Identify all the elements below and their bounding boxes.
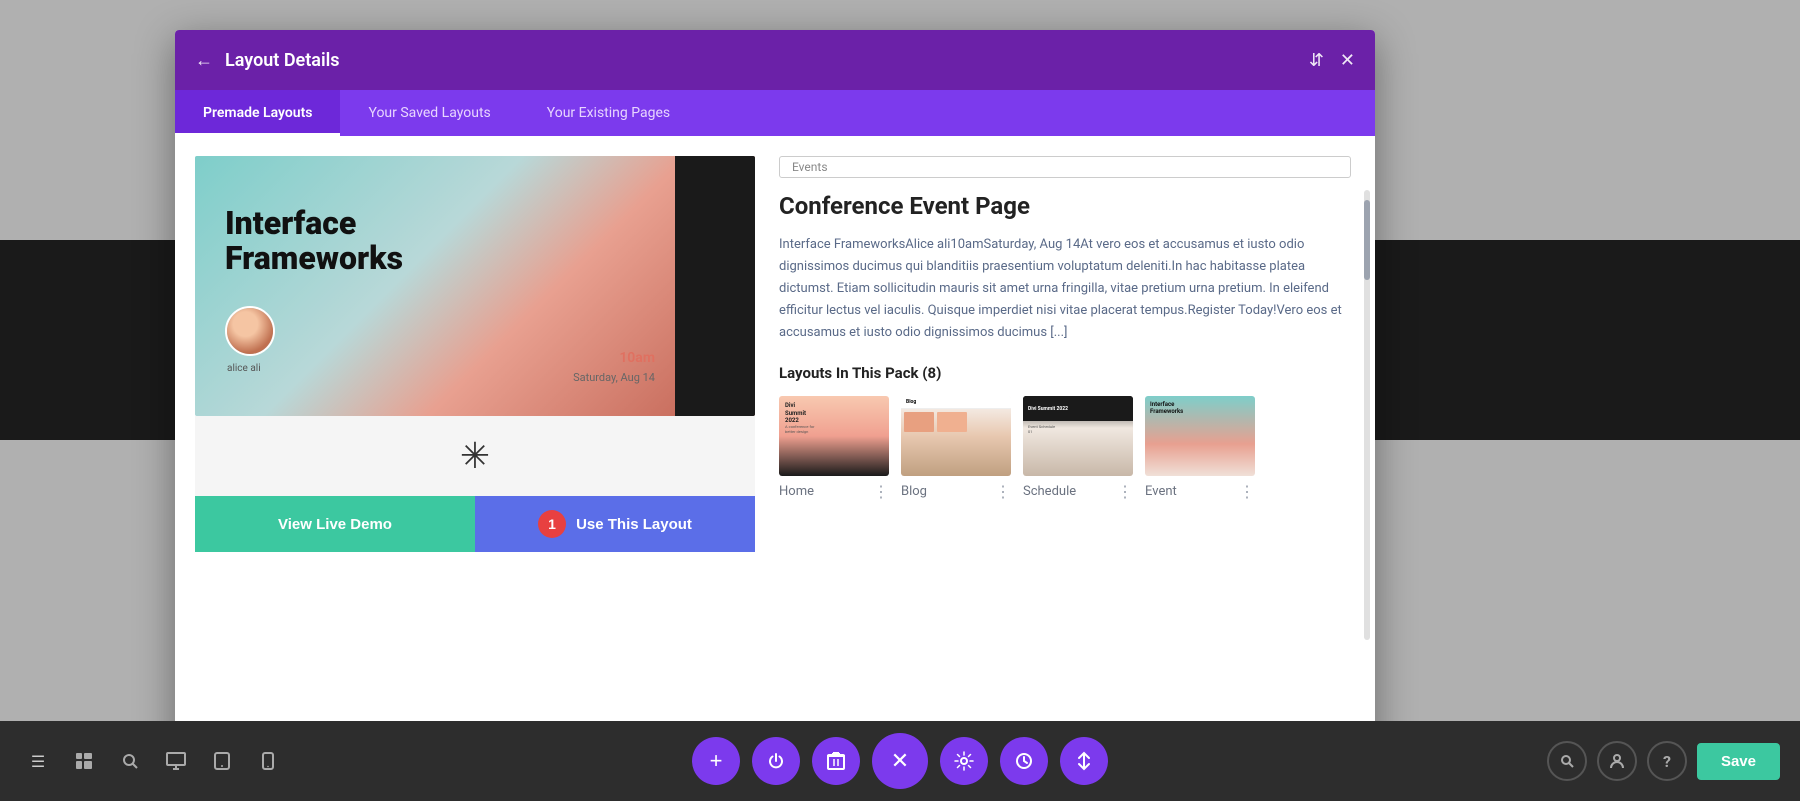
tab-saved[interactable]: Your Saved Layouts [340,90,518,136]
toolbar-left: ☰ [20,743,286,779]
thumb-blog-label: Blog [901,484,927,499]
preview-actions: View Live Demo 1 Use This Layout [195,496,755,552]
preview-bg: Interface Frameworks alice ali 10am Satu… [195,156,755,416]
preview-panel: Interface Frameworks alice ali 10am Satu… [195,156,755,740]
preview-avatar [225,306,275,356]
scroll-track [1364,190,1370,640]
thumb-event-label: Event [1145,484,1177,499]
modal-header: ← Layout Details ⇵ ✕ [175,30,1375,90]
thumb-home-more-icon[interactable]: ⋮ [873,482,889,501]
thumb-blog-more-icon[interactable]: ⋮ [995,482,1011,501]
toolbar-history-button[interactable] [1000,737,1048,785]
layout-details-modal: ← Layout Details ⇵ ✕ Premade Layouts You… [175,30,1375,760]
toolbar-grid-icon[interactable] [66,743,102,779]
toolbar-user-icon[interactable] [1597,741,1637,781]
thumb-schedule-label: Schedule [1023,484,1076,499]
preview-image: Interface Frameworks alice ali 10am Satu… [195,156,755,416]
toolbar-delete-button[interactable] [812,737,860,785]
thumb-home-label: Home [779,484,814,499]
toolbar-mobile-icon[interactable] [250,743,286,779]
layouts-in-pack-label: Layouts In This Pack (8) [779,364,1351,382]
preview-asterisk-section: ✳ [195,416,755,496]
thumb-schedule-label-row: Schedule ⋮ [1023,482,1133,501]
toolbar-search-right-icon[interactable] [1547,741,1587,781]
preview-title-line2: Frameworks [225,241,403,276]
preview-date: Saturday, Aug 14 [573,371,655,384]
back-icon[interactable]: ← [195,50,213,71]
toolbar-help-icon[interactable]: ? [1647,741,1687,781]
bg-left-block [0,240,175,440]
toolbar-power-button[interactable] [752,737,800,785]
sort-icon[interactable]: ⇵ [1309,50,1324,71]
tab-bar: Premade Layouts Your Saved Layouts Your … [175,90,1375,136]
thumb-event-more-icon[interactable]: ⋮ [1239,482,1255,501]
asterisk-icon: ✳ [460,435,490,477]
avatar-image [227,308,273,354]
tab-existing[interactable]: Your Existing Pages [519,90,698,136]
toolbar-sort-button[interactable] [1060,737,1108,785]
save-button[interactable]: Save [1697,743,1780,780]
thumb-event-label-row: Event ⋮ [1145,482,1255,501]
toolbar-settings-button[interactable] [940,737,988,785]
bottom-toolbar: ☰ [0,721,1800,801]
tab-premade[interactable]: Premade Layouts [175,90,340,136]
preview-text-overlay: Interface Frameworks [225,206,403,276]
thumb-home-label-row: Home ⋮ [779,482,889,501]
thumb-blog-label-row: Blog ⋮ [901,482,1011,501]
bg-right-block [1375,240,1800,440]
toolbar-add-button[interactable]: + [692,737,740,785]
toolbar-desktop-icon[interactable] [158,743,194,779]
thumb-home-image[interactable]: DiviSummit2022 A conference forbetter de… [779,396,889,476]
category-badge: Events [779,156,1351,178]
preview-title-line1: Interface [225,206,403,241]
preview-dark-block [675,156,755,416]
details-title: Conference Event Page [779,192,1351,220]
thumb-schedule-image[interactable]: Divi Summit 2022 Event Schedule01 [1023,396,1133,476]
thumb-schedule-more-icon[interactable]: ⋮ [1117,482,1133,501]
layout-thumb-schedule: Divi Summit 2022 Event Schedule01 Schedu… [1023,396,1133,501]
toolbar-tablet-icon[interactable] [204,743,240,779]
toolbar-search-icon[interactable] [112,743,148,779]
layout-thumb-home: DiviSummit2022 A conference forbetter de… [779,396,889,501]
view-live-demo-button[interactable]: View Live Demo [195,496,475,552]
modal-title: Layout Details [225,50,1309,71]
scroll-thumb[interactable] [1364,200,1370,280]
layout-thumb-event: InterfaceFrameworks Event ⋮ [1145,396,1255,501]
modal-content: Interface Frameworks alice ali 10am Satu… [175,136,1375,760]
thumb-event-image[interactable]: InterfaceFrameworks [1145,396,1255,476]
details-description: Interface FrameworksAlice ali10amSaturda… [779,234,1351,344]
layouts-grid: DiviSummit2022 A conference forbetter de… [779,396,1351,501]
toolbar-close-button[interactable]: ✕ [872,733,928,789]
toolbar-right: ? Save [1547,741,1780,781]
toolbar-center: + ✕ [692,733,1108,789]
layout-thumb-blog: Blog Blog ⋮ [901,396,1011,501]
preview-alice-label: alice ali [227,363,261,374]
use-this-layout-button[interactable]: 1 Use This Layout [475,496,755,552]
preview-time: 10am [619,350,655,366]
details-panel: Events Conference Event Page Interface F… [779,156,1355,740]
use-layout-badge: 1 [538,510,566,538]
thumb-blog-image[interactable]: Blog [901,396,1011,476]
toolbar-hamburger-icon[interactable]: ☰ [20,743,56,779]
close-icon[interactable]: ✕ [1340,50,1355,71]
modal-header-icons: ⇵ ✕ [1309,50,1355,71]
